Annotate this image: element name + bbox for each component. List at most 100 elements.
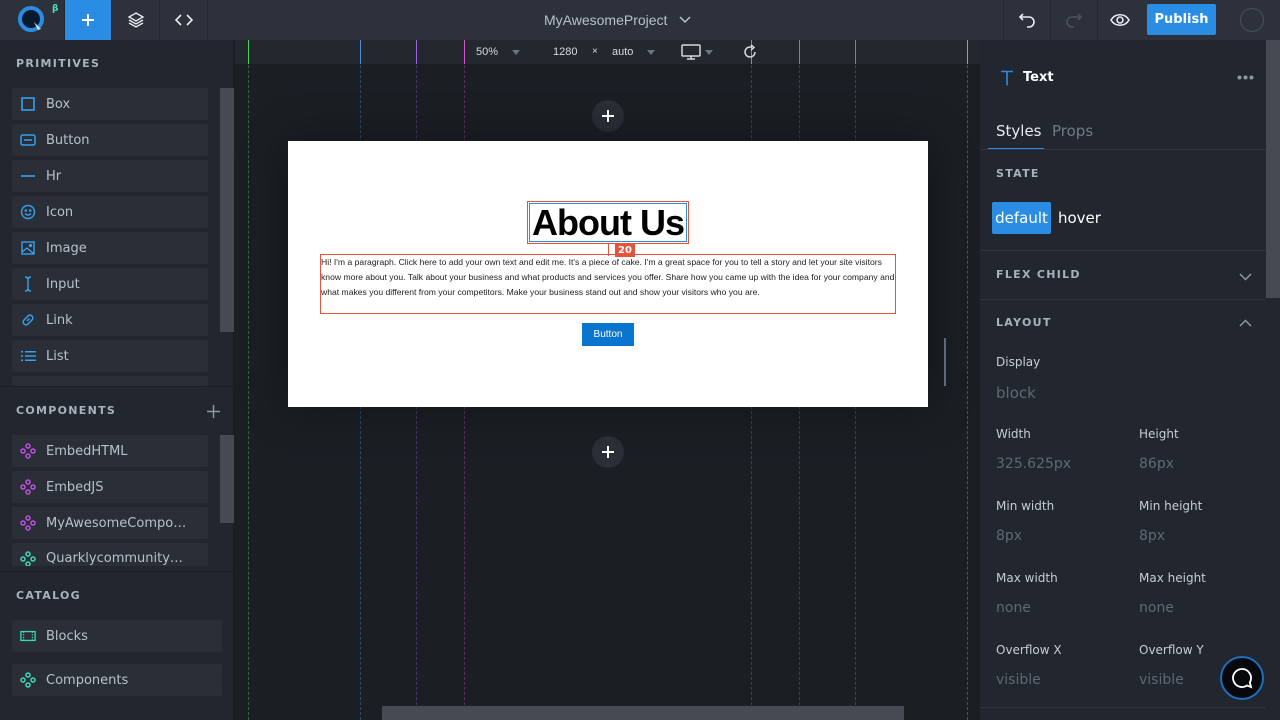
plus-icon xyxy=(602,110,614,122)
user-avatar[interactable] xyxy=(1240,8,1264,32)
item-label: Blocks xyxy=(46,628,88,644)
item-quarklycommunity[interactable]: Quarklycommunity… xyxy=(12,543,208,566)
max-width-label: Max width xyxy=(996,571,1058,585)
max-height-input[interactable]: none xyxy=(1139,600,1174,616)
max-width-input[interactable]: none xyxy=(996,600,1031,616)
divider xyxy=(980,149,1266,150)
redo-button[interactable] xyxy=(1051,0,1098,40)
chevron-down-icon xyxy=(679,16,691,24)
guide-marker xyxy=(967,40,968,64)
preview-button[interactable] xyxy=(1098,0,1142,40)
page-preview[interactable]: About Us 20 Hi! I'm a paragraph. Click h… xyxy=(288,141,928,407)
height-value: auto xyxy=(612,46,634,58)
height-label: Height xyxy=(1139,427,1179,441)
add-element-button[interactable] xyxy=(65,0,112,40)
display-value[interactable]: block xyxy=(996,384,1036,402)
canvas-toolbar: 50% 1280 × auto xyxy=(235,40,980,64)
component-icon xyxy=(20,515,36,531)
layout-section-header[interactable]: LAYOUT xyxy=(980,300,1266,348)
height-select[interactable]: auto xyxy=(612,40,656,64)
height-input[interactable]: 86px xyxy=(1139,456,1174,472)
publish-button[interactable]: Publish xyxy=(1147,4,1216,35)
guide-line xyxy=(248,40,249,720)
more-options-icon[interactable] xyxy=(1237,75,1254,80)
overflow-y-label: Overflow Y xyxy=(1139,643,1204,657)
state-title: STATE xyxy=(996,167,1040,180)
state-hover[interactable]: hover xyxy=(1058,209,1101,227)
item-label: Components xyxy=(46,672,129,688)
desktop-icon xyxy=(681,44,701,60)
logo[interactable]: β xyxy=(0,0,65,40)
min-width-input[interactable]: 8px xyxy=(996,528,1022,544)
layers-button[interactable] xyxy=(112,0,160,40)
catalog-title: CATALOG xyxy=(16,589,81,602)
display-label: Display xyxy=(996,355,1041,369)
item-blocks[interactable]: Blocks xyxy=(12,620,222,652)
page-button[interactable]: Button xyxy=(582,323,634,346)
quarkly-logo-icon xyxy=(18,6,44,32)
right-panel: Text Styles Props STATE default hover FL… xyxy=(980,40,1280,720)
paragraph-text[interactable]: Hi! I'm a paragraph. Click here to add y… xyxy=(320,254,896,314)
add-section-below-button[interactable] xyxy=(592,436,624,468)
flex-child-section[interactable]: FLEX CHILD xyxy=(980,251,1266,299)
canvas-horizontal-scrollbar[interactable] xyxy=(382,706,904,720)
component-icon xyxy=(20,443,36,459)
device-select[interactable] xyxy=(681,40,713,64)
item-embedjs[interactable]: EmbedJS xyxy=(12,471,208,503)
page-resize-handle[interactable] xyxy=(944,338,946,386)
tab-props[interactable]: Props xyxy=(1052,122,1093,140)
heading-about-us[interactable]: About Us xyxy=(527,201,689,244)
guide-marker xyxy=(464,40,465,64)
chat-bubble-icon xyxy=(1232,668,1253,689)
guide-marker xyxy=(248,40,249,64)
state-default[interactable]: default xyxy=(992,202,1051,234)
undo-button[interactable] xyxy=(1003,0,1051,40)
guide-marker xyxy=(855,40,856,64)
item-myawesomecompo[interactable]: MyAwesomeCompo… xyxy=(12,507,208,539)
text-type-icon xyxy=(1001,70,1013,86)
tab-styles[interactable]: Styles xyxy=(996,122,1042,140)
component-icon xyxy=(20,551,36,566)
guide-marker xyxy=(360,40,361,64)
item-label: EmbedHTML xyxy=(46,443,128,459)
plus-icon xyxy=(602,446,614,458)
code-icon xyxy=(174,14,193,26)
width-input[interactable]: 1280 xyxy=(553,46,577,58)
divider xyxy=(980,707,1266,708)
undo-icon xyxy=(1018,13,1035,28)
divider xyxy=(0,571,234,572)
caret-down-icon xyxy=(705,49,713,55)
width-input[interactable]: 325.625px xyxy=(996,456,1071,472)
overflow-x-label: Overflow X xyxy=(996,643,1062,657)
guide-marker xyxy=(416,40,417,64)
support-chat-button[interactable] xyxy=(1220,656,1264,700)
item-label: MyAwesomeCompo… xyxy=(46,515,187,531)
add-section-above-button[interactable] xyxy=(592,100,624,132)
code-button[interactable] xyxy=(160,0,208,40)
max-height-label: Max height xyxy=(1139,571,1206,585)
canvas-area[interactable]: 50% 1280 × auto About Us 20 Hi! I'm a pa… xyxy=(235,40,980,720)
eye-icon xyxy=(1110,13,1130,27)
components-scrollbar[interactable] xyxy=(220,435,234,523)
min-height-input[interactable]: 8px xyxy=(1139,528,1165,544)
caret-down-icon xyxy=(647,49,656,55)
overflow-x-input[interactable]: visible xyxy=(996,672,1041,688)
item-label: Quarklycommunity… xyxy=(46,551,183,566)
overflow-y-input[interactable]: visible xyxy=(1139,672,1184,688)
project-selector[interactable]: MyAwesomeProject xyxy=(544,0,691,40)
zoom-select[interactable]: 50% xyxy=(476,40,521,64)
min-height-label: Min height xyxy=(1139,499,1203,513)
guide-line xyxy=(967,40,968,720)
beta-badge: β xyxy=(52,4,59,14)
project-title: MyAwesomeProject xyxy=(544,12,668,28)
component-icon xyxy=(20,672,36,688)
guide-marker xyxy=(799,40,800,64)
properties-scrollbar[interactable] xyxy=(1266,40,1280,298)
flex-child-title: FLEX CHILD xyxy=(996,268,1081,281)
item-embedhtml[interactable]: EmbedHTML xyxy=(12,435,208,467)
chevron-up-icon xyxy=(1239,319,1252,327)
item-components[interactable]: Components xyxy=(12,664,222,696)
redo-icon xyxy=(1066,13,1083,28)
refresh-icon[interactable] xyxy=(742,44,758,60)
layout-title: LAYOUT xyxy=(996,316,1052,329)
